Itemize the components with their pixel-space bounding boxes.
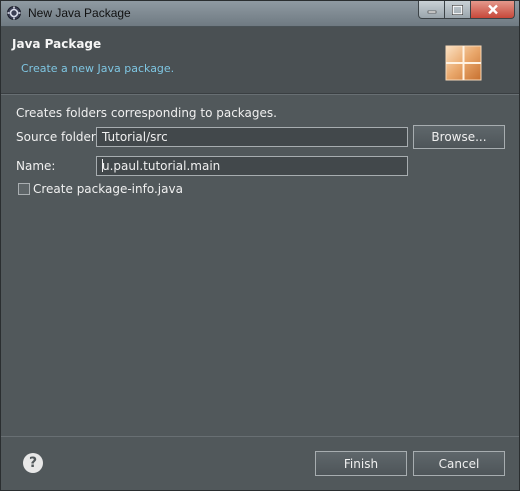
text-caret [102, 159, 103, 172]
cancel-button[interactable]: Cancel [413, 451, 505, 476]
minimize-button[interactable] [418, 1, 445, 19]
window-controls [418, 1, 515, 20]
wizard-header: Java Package Create a new Java package. [1, 27, 519, 94]
minimize-icon [427, 10, 436, 13]
create-package-info-label[interactable]: Create package-info.java [33, 182, 183, 196]
maximize-icon [452, 4, 463, 15]
header-separator [1, 94, 519, 95]
wizard-description: Create a new Java package. [21, 62, 175, 75]
title-bar[interactable]: New Java Package [1, 1, 519, 27]
package-name-input[interactable]: u.paul.tutorial.main [96, 156, 408, 176]
browse-button[interactable]: Browse... [413, 125, 505, 149]
package-wizard-banner-icon [445, 45, 482, 81]
window-title: New Java Package [28, 6, 131, 20]
help-icon[interactable]: ? [23, 453, 43, 473]
close-button[interactable] [471, 1, 515, 19]
source-folder-input[interactable]: Tutorial/src [96, 127, 408, 147]
wizard-title: Java Package [12, 37, 102, 51]
close-icon [487, 4, 498, 15]
name-label: Name: [16, 159, 56, 173]
maximize-button[interactable] [445, 1, 471, 19]
create-package-info-checkbox[interactable] [18, 183, 30, 195]
new-java-package-dialog: New Java Package Java Package Create a n… [0, 0, 520, 491]
source-folder-label: Source folder: [16, 130, 100, 144]
eclipse-gear-icon [7, 6, 21, 20]
wizard-intro-text: Creates folders corresponding to package… [16, 106, 277, 120]
finish-button[interactable]: Finish [315, 451, 407, 476]
footer-separator [1, 436, 519, 437]
